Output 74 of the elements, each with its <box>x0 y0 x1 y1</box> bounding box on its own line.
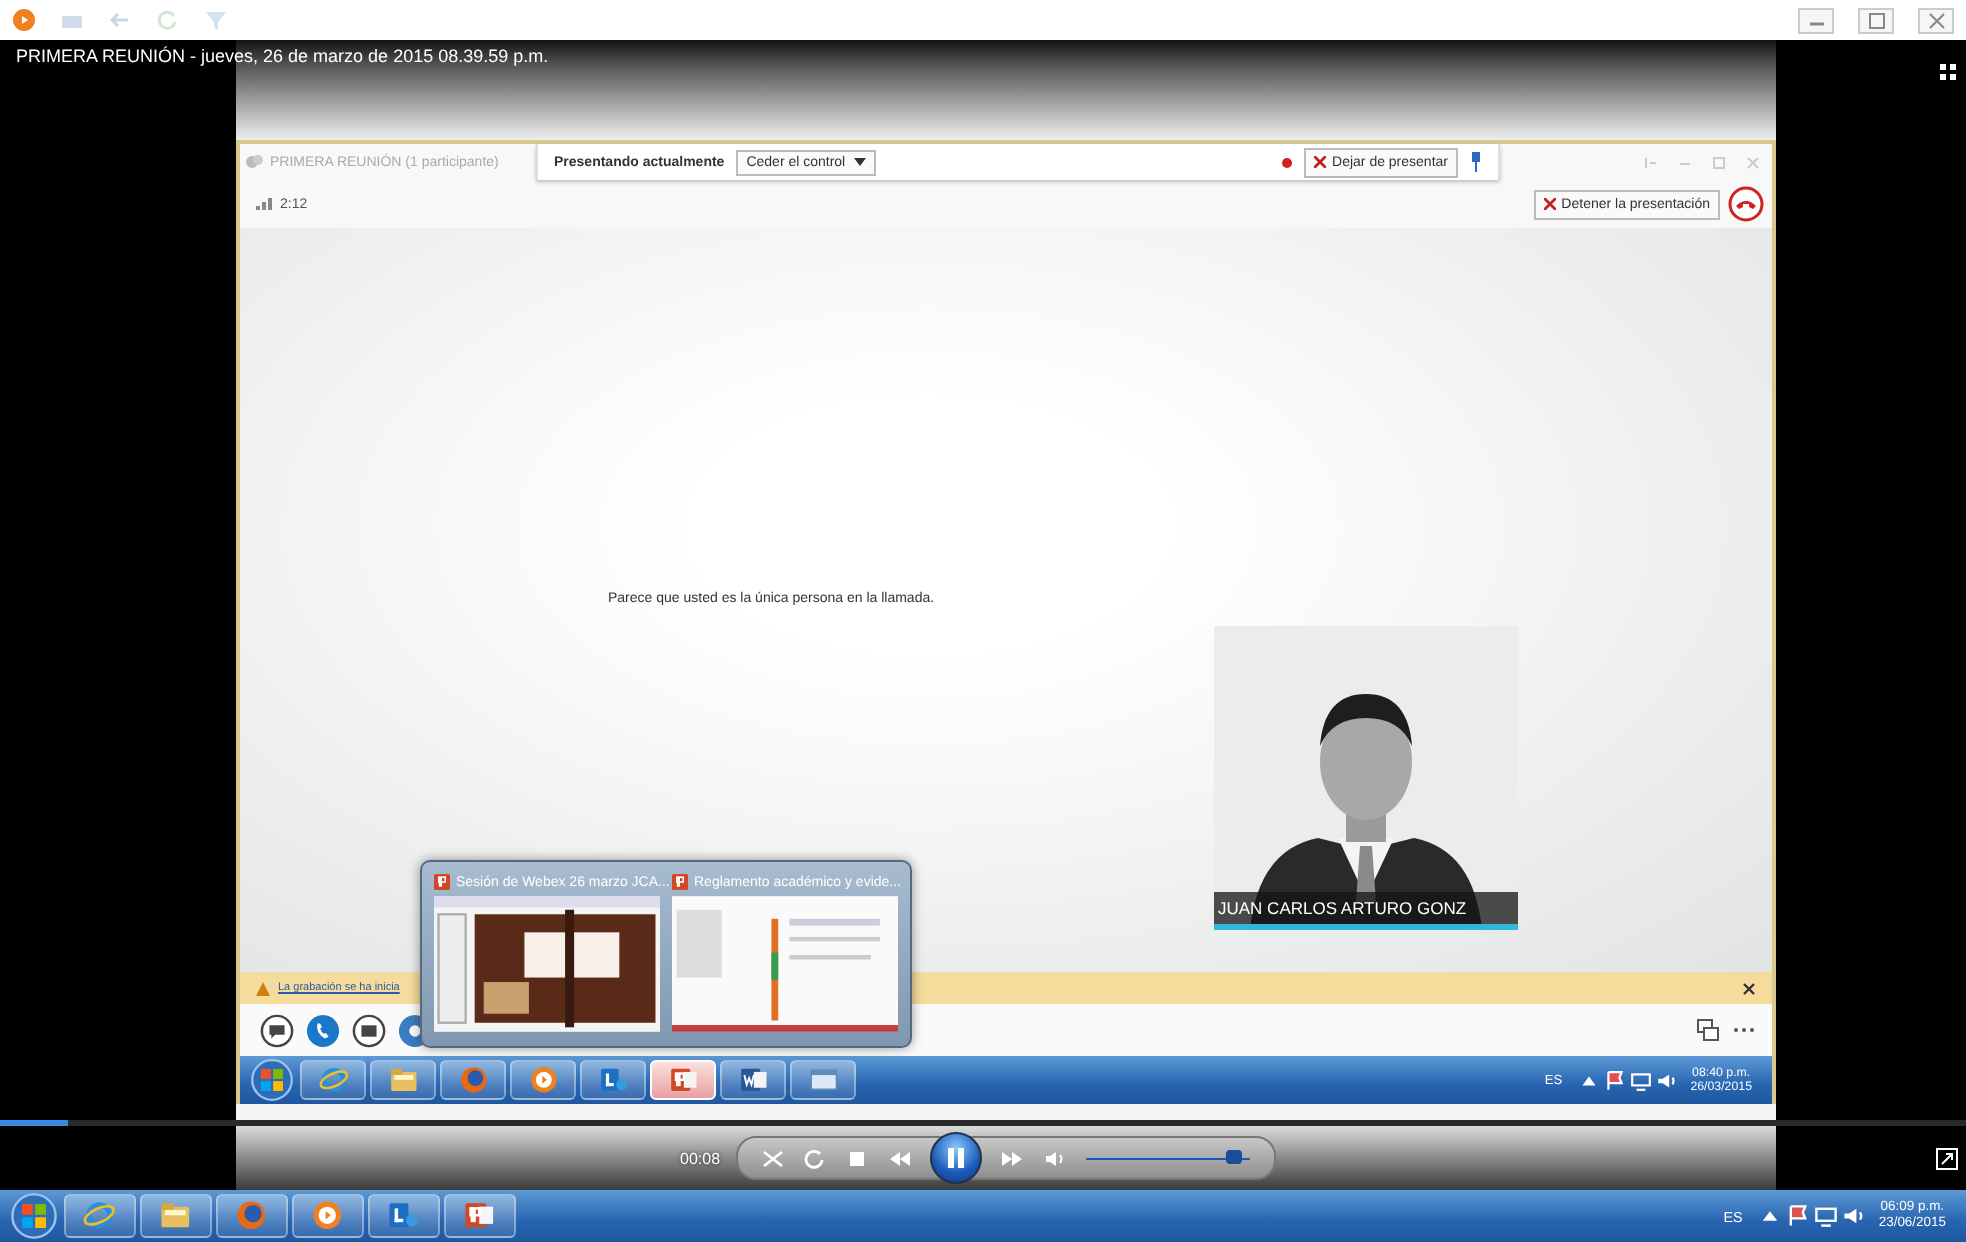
taskbar-button[interactable] <box>444 1194 516 1238</box>
layout-icon[interactable] <box>1696 1018 1720 1042</box>
taskbar-button[interactable] <box>440 1060 506 1100</box>
start-button[interactable] <box>248 1058 296 1102</box>
participant-name: JUAN CARLOS ARTURO GONZ <box>1214 892 1518 930</box>
minimize-button[interactable] <box>1798 7 1834 33</box>
network-icon[interactable] <box>1814 1204 1839 1228</box>
network-icon[interactable] <box>1630 1069 1653 1091</box>
repeat-icon[interactable] <box>804 1147 827 1169</box>
taskbar-button[interactable] <box>216 1194 288 1238</box>
window-icon <box>807 1064 839 1096</box>
taskbar-button[interactable] <box>64 1194 136 1238</box>
globe-icon <box>234 1198 270 1234</box>
taskbar-button[interactable] <box>140 1194 212 1238</box>
start-button[interactable] <box>8 1192 60 1240</box>
caret-icon <box>853 158 866 166</box>
presentation-icon <box>667 1064 699 1096</box>
presentation-icon <box>672 874 688 890</box>
close-button[interactable] <box>1918 7 1954 33</box>
chat-icon[interactable] <box>260 1013 294 1047</box>
maximize-button[interactable] <box>1858 7 1894 33</box>
taskbar-button[interactable] <box>368 1194 440 1238</box>
pause-icon <box>944 1146 969 1170</box>
pin-icon[interactable] <box>1470 152 1482 172</box>
close-icon[interactable] <box>1742 981 1756 995</box>
next-icon[interactable] <box>1002 1147 1025 1169</box>
taskbar-button[interactable] <box>580 1060 646 1100</box>
document-icon <box>737 1064 769 1096</box>
speaker-icon[interactable] <box>1842 1204 1867 1228</box>
recording-dot <box>1282 157 1293 167</box>
close-icon <box>1543 198 1556 210</box>
seek-bar[interactable] <box>0 1120 1966 1126</box>
close-icon <box>1927 11 1945 29</box>
fullscreen-icon[interactable] <box>1936 1147 1958 1169</box>
close-icon <box>1314 156 1327 168</box>
browser-icon <box>317 1064 349 1096</box>
taskbar-button[interactable] <box>650 1060 716 1100</box>
maximize-icon <box>1867 11 1885 29</box>
start-icon <box>248 1058 296 1102</box>
presentation-icon <box>434 874 450 890</box>
play-icon <box>527 1064 559 1096</box>
speaker-icon[interactable] <box>1656 1069 1679 1091</box>
taskbar-button[interactable] <box>510 1060 576 1100</box>
stop-icon[interactable] <box>846 1147 869 1169</box>
volume-slider[interactable] <box>1086 1150 1251 1166</box>
taskbar-button[interactable] <box>370 1060 436 1100</box>
flag-icon[interactable] <box>1604 1069 1627 1091</box>
volume-icon[interactable] <box>1044 1147 1067 1169</box>
hang-up-icon[interactable] <box>1728 186 1764 222</box>
pause-button[interactable] <box>930 1132 983 1184</box>
meeting-icon <box>246 154 264 170</box>
document-preview-drawing[interactable] <box>672 896 898 1032</box>
phone-icon[interactable] <box>306 1013 340 1047</box>
chat-app-icon <box>597 1064 629 1096</box>
previous-icon[interactable] <box>888 1147 911 1169</box>
taskbar-button[interactable] <box>790 1060 856 1100</box>
more-icon[interactable] <box>1732 1026 1756 1034</box>
taskbar-button[interactable] <box>300 1060 366 1100</box>
elapsed-time: 00:08 <box>680 1149 721 1167</box>
taskbar-button[interactable] <box>720 1060 786 1100</box>
media-player-icon[interactable] <box>12 8 36 32</box>
browser-icon <box>82 1198 118 1234</box>
signal-icon <box>256 198 272 210</box>
globe-icon <box>457 1064 489 1096</box>
taskbar-button[interactable] <box>292 1194 364 1238</box>
video-title: PRIMERA REUNIÓN - jueves, 26 de marzo de 2015 08.39.59 p.m. <box>16 46 549 66</box>
play-icon <box>310 1198 346 1234</box>
volume-thumb[interactable] <box>1225 1150 1242 1164</box>
warning-icon <box>256 981 270 995</box>
flag-icon[interactable] <box>1786 1204 1811 1228</box>
share-icon[interactable] <box>352 1013 386 1047</box>
folder-icon <box>387 1064 419 1096</box>
slide-preview-drawing[interactable] <box>434 896 660 1032</box>
start-icon <box>8 1192 60 1240</box>
